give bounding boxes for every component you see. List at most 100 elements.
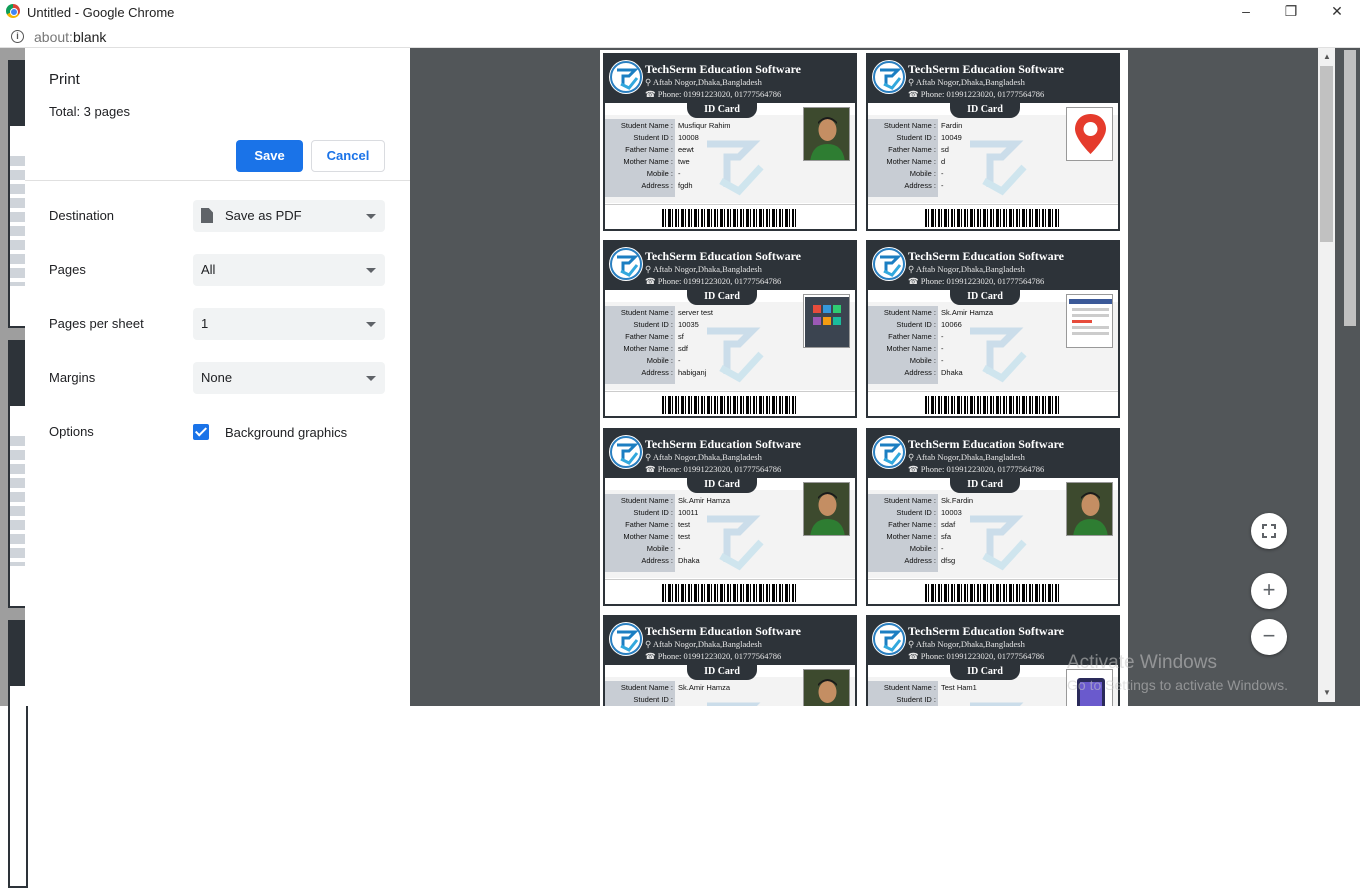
id-card-title: ID Card [687,476,757,493]
school-address-text: Aftab Nogor,Dhaka,Bangladesh [915,452,1025,462]
field-value-mobile: - [678,356,681,365]
chevron-down-icon [366,214,376,219]
field-label-name: Student Name : [620,308,673,317]
id-card-title: ID Card [687,663,757,680]
school-phone-text: Phone: 01991223020, 01777564786 [657,464,782,474]
print-settings-panel: Print Total: 3 pages Save Cancel Destina… [25,48,410,706]
field-label-address: Address : [641,556,673,565]
field-value-mobile: - [941,544,944,553]
card-header: TechSerm Education Software ⚲ Aftab Nogor… [868,430,1118,478]
school-address-text: Aftab Nogor,Dhaka,Bangladesh [652,264,762,274]
barcode [605,204,855,229]
school-name: TechSerm Education Software [645,62,801,76]
barcode [868,204,1118,229]
id-card-title: ID Card [950,101,1020,118]
page-scroll-thumb[interactable] [1344,50,1356,326]
school-name: TechSerm Education Software [908,437,1064,451]
zoom-out-button[interactable]: − [1251,619,1287,655]
title-bar: Untitled - Google Chrome – ❐ ✕ [0,0,1360,24]
field-value-father: sf [678,332,684,341]
field-label-mother: Mother Name : [623,157,673,166]
background-graphics-checkbox[interactable] [193,424,209,440]
school-address-text: Aftab Nogor,Dhaka,Bangladesh [915,77,1025,87]
field-value-father: test [678,520,691,529]
field-value-id: 10066 [941,320,962,329]
school-name: TechSerm Education Software [908,249,1064,263]
card-header: TechSerm Education Software ⚲ Aftab Nogor… [605,55,855,103]
watermark-logo-icon [960,504,1030,574]
school-name: TechSerm Education Software [908,624,1064,638]
id-card-title: ID Card [687,101,757,118]
label-column: Student Name :Student ID :Father Name :M… [605,494,675,572]
save-button[interactable]: Save [236,140,303,172]
close-button[interactable]: ✕ [1327,2,1347,20]
school-phone-text: Phone: 01991223020, 01777564786 [920,276,1045,286]
school-logo-icon [609,622,643,656]
field-value-name: Sk.Fardin [941,496,974,505]
field-value-address: Dhaka [941,368,963,377]
school-name: TechSerm Education Software [645,437,801,451]
destination-select[interactable]: Save as PDF [193,200,385,232]
field-value-address: Dhaka [678,556,700,565]
barcode-bars [662,209,798,227]
cancel-button[interactable]: Cancel [311,140,385,172]
total-pages: Total: 3 pages [49,104,130,119]
field-value-name: Sk.Amir Hamza [678,683,731,692]
school-phone: ☎ Phone: 01991223020, 01777564786 [645,89,782,99]
margins-select[interactable]: None [193,362,385,394]
minimize-button[interactable]: – [1236,2,1256,20]
field-value-id: 10049 [941,133,962,142]
pages-per-sheet-label: Pages per sheet [49,316,144,331]
school-phone-text: Phone: 01991223020, 01777564786 [657,276,782,286]
field-value-mother: twe [678,157,690,166]
pages-per-sheet-select[interactable]: 1 [193,308,385,340]
field-value-name: Fardin [941,121,963,130]
field-label-mobile: Mobile : [909,169,936,178]
id-card-title: ID Card [950,476,1020,493]
zoom-in-button[interactable]: + [1251,573,1287,609]
restore-button[interactable]: ❐ [1281,2,1301,20]
school-name: TechSerm Education Software [645,249,801,263]
school-phone: ☎ Phone: 01991223020, 01777564786 [908,651,1045,661]
card-header: TechSerm Education Software ⚲ Aftab Nogor… [605,617,855,665]
id-card-title: ID Card [687,288,757,305]
address-bar[interactable]: i about:blank [0,24,1360,48]
scroll-down-icon[interactable]: ▼ [1321,688,1333,700]
scroll-up-icon[interactable]: ▲ [1321,52,1333,64]
info-icon[interactable]: i [11,30,24,43]
school-phone-text: Phone: 01991223020, 01777564786 [657,89,782,99]
school-logo-icon [872,622,906,656]
url-scheme: about: [34,29,73,45]
field-value-name: Sk.Amir Hamza [941,308,994,317]
label-column: Student Name :Student ID :Father Name :M… [605,681,675,706]
pages-select[interactable]: All [193,254,385,286]
school-logo-icon [872,247,906,281]
field-label-father: Father Name : [625,520,673,529]
field-value-name: server test [678,308,714,317]
background-graphics-label[interactable]: Background graphics [225,425,347,440]
label-column: Student Name :Student ID :Father Name :M… [868,681,938,706]
field-label-id: Student ID : [633,695,673,704]
fit-to-page-button[interactable] [1251,513,1287,549]
id-card: TechSerm Education Software ⚲ Aftab Nogor… [603,615,857,706]
preview-scroll-thumb[interactable] [1320,66,1333,242]
school-phone: ☎ Phone: 01991223020, 01777564786 [908,276,1045,286]
school-address: ⚲ Aftab Nogor,Dhaka,Bangladesh [908,77,1025,87]
id-card: TechSerm Education Software ⚲ Aftab Nogor… [603,53,857,231]
url-text[interactable]: about:blank [34,29,106,45]
field-label-name: Student Name : [620,121,673,130]
field-value-father: eewt [678,145,694,154]
field-label-mobile: Mobile : [646,169,673,178]
field-label-address: Address : [641,368,673,377]
id-card-title: ID Card [950,288,1020,305]
field-label-name: Student Name : [883,496,936,505]
field-value-father: sd [941,145,949,154]
watermark-logo-icon [697,316,767,386]
card-header: TechSerm Education Software ⚲ Aftab Nogor… [868,242,1118,290]
school-address-text: Aftab Nogor,Dhaka,Bangladesh [652,639,762,649]
label-column: Student Name :Student ID :Father Name :M… [868,306,938,384]
activate-windows-title: Activate Windows [1067,652,1217,673]
field-value-mother: - [941,344,944,353]
card-header: TechSerm Education Software ⚲ Aftab Nogor… [868,55,1118,103]
card-header: TechSerm Education Software ⚲ Aftab Nogor… [605,242,855,290]
